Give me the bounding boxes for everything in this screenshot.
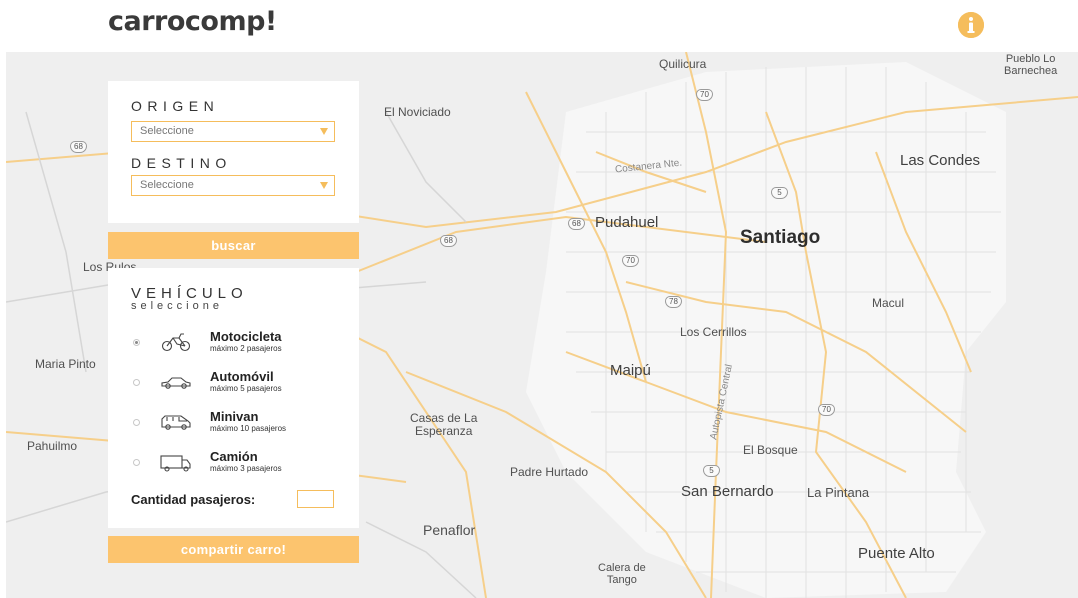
- road-shield-78: 78: [665, 296, 682, 308]
- info-button[interactable]: [958, 12, 984, 38]
- map-label-macul: Macul: [872, 296, 905, 310]
- map-label-san-bernardo: San Bernardo: [681, 483, 774, 500]
- app-logo[interactable]: carrocomp!: [108, 6, 277, 37]
- map-label-santiago: Santiago: [740, 227, 821, 248]
- vehicle-option-camion[interactable]: Camión máximo 3 pasajeros: [131, 449, 341, 480]
- search-button[interactable]: buscar: [108, 232, 359, 259]
- route-panel: ORIGEN Seleccione DESTINO Seleccione: [108, 81, 359, 223]
- passengers-label: Cantidad pasajeros:: [131, 492, 256, 507]
- header: carrocomp!: [0, 0, 1078, 52]
- map-label-casas-line2: Esperanza: [415, 423, 473, 438]
- vehicle-panel: VEHÍCULO seleccione Motocicleta máximo 2…: [108, 268, 359, 528]
- road-shield-68: 68: [440, 235, 457, 247]
- vehicle-radio-automovil[interactable]: [133, 379, 140, 386]
- vehicle-capacity-automovil: máximo 5 pasajeros: [210, 384, 282, 393]
- road-shield-70: 70: [696, 89, 713, 101]
- road-shield-5: 5: [771, 187, 788, 199]
- vehicle-name-automovil: Automóvil: [210, 369, 274, 384]
- info-icon: [958, 12, 984, 38]
- minivan-icon: [161, 415, 191, 430]
- truck-icon: [160, 455, 191, 472]
- map-label-casas-de-la-esperanza: Casas de La Esperanza: [410, 412, 477, 437]
- road-shield-70: 70: [622, 255, 639, 267]
- origin-select-value: Seleccione: [140, 125, 194, 137]
- vehicle-option-minivan[interactable]: Minivan máximo 10 pasajeros: [131, 409, 341, 440]
- map-label-el-bosque: El Bosque: [743, 443, 798, 457]
- origin-label: ORIGEN: [131, 98, 220, 114]
- vehicle-radio-minivan[interactable]: [133, 419, 140, 426]
- road-shield-68: 68: [70, 141, 87, 153]
- vehicle-radio-camion[interactable]: [133, 459, 140, 466]
- map-label-la-pintana: La Pintana: [807, 485, 870, 500]
- map-label-calera-line2: Tango: [606, 573, 637, 586]
- road-shield-70: 70: [818, 404, 835, 416]
- destination-label: DESTINO: [131, 155, 232, 171]
- vehicle-radio-motocicleta[interactable]: [133, 339, 140, 346]
- vehicle-subtitle: seleccione: [131, 300, 223, 312]
- map-label-barnechea: Barnechea: [1004, 64, 1058, 77]
- map-label-pueblo-lo: Pueblo Lo: [1005, 53, 1056, 65]
- map-label-calera-de-tango: Calera de Tango: [598, 562, 646, 586]
- road-shield-5: 5: [703, 465, 720, 477]
- vehicle-name-minivan: Minivan: [210, 409, 259, 424]
- map-label-las-condes: Las Condes: [900, 152, 981, 169]
- vehicle-name-motocicleta: Motocicleta: [210, 329, 282, 344]
- map-label-pueblo-lo-barnechea: Pueblo Lo Barnechea: [1004, 53, 1058, 77]
- share-car-button[interactable]: compartir carro!: [108, 536, 359, 563]
- map-label-el-noviciado: El Noviciado: [384, 105, 451, 119]
- vehicle-name-camion: Camión: [210, 449, 258, 464]
- chevron-down-icon: [320, 182, 328, 189]
- map-label-pahuilmo: Pahuilmo: [27, 439, 78, 453]
- map-label-maipu: Maipú: [610, 362, 651, 379]
- vehicle-capacity-motocicleta: máximo 2 pasajeros: [210, 344, 282, 353]
- app-page: carrocomp! Quilicura Pueblo Lo Barnechea…: [0, 0, 1078, 598]
- destination-select[interactable]: Seleccione: [131, 175, 335, 196]
- map-label-los-cerrillos: Los Cerrillos: [680, 325, 747, 339]
- passengers-input[interactable]: [297, 490, 334, 508]
- map-label-penaflor: Penaflor: [423, 522, 476, 538]
- origin-select[interactable]: Seleccione: [131, 121, 335, 142]
- vehicle-capacity-minivan: máximo 10 pasajeros: [210, 424, 287, 433]
- chevron-down-icon: [320, 128, 328, 135]
- map-label-casas-line1: Casas de La: [410, 411, 478, 425]
- vehicle-capacity-camion: máximo 3 pasajeros: [210, 464, 282, 473]
- vehicle-option-motocicleta[interactable]: Motocicleta máximo 2 pasajeros: [131, 329, 341, 360]
- motorcycle-icon: [161, 333, 191, 352]
- map-label-padre-hurtado: Padre Hurtado: [510, 465, 589, 479]
- vehicle-option-automovil[interactable]: Automóvil máximo 5 pasajeros: [131, 369, 341, 400]
- map-label-puente-alto: Puente Alto: [858, 545, 935, 562]
- car-icon: [161, 377, 191, 389]
- road-shield-68: 68: [568, 218, 585, 230]
- destination-select-value: Seleccione: [140, 179, 194, 191]
- map-label-maria-pinto: Maria Pinto: [35, 357, 96, 371]
- map-label-pudahuel: Pudahuel: [595, 214, 659, 231]
- map-label-calera-line1: Calera de: [598, 562, 646, 574]
- map-label-quilicura: Quilicura: [659, 57, 707, 71]
